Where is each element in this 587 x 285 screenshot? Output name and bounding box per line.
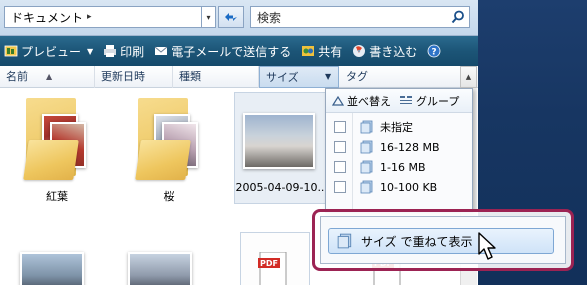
breadcrumb[interactable]: ドキュメント xyxy=(11,9,83,26)
menu-header: 並べ替え グループ xyxy=(326,89,472,113)
menu-item[interactable]: 10-100 KB xyxy=(326,177,472,197)
stack-icon xyxy=(360,120,373,134)
preview-icon xyxy=(4,45,18,57)
photo-thumbnail xyxy=(243,113,315,169)
column-tags-label: タグ xyxy=(346,70,368,83)
size-filter-dropdown-icon[interactable]: ▼ xyxy=(325,66,331,88)
photo-thumbnail[interactable] xyxy=(128,252,192,285)
checkbox[interactable] xyxy=(334,181,346,193)
stack-by-size-menu-item[interactable]: サイズ で重ねて表示 xyxy=(328,228,554,254)
menu-item[interactable]: 未指定 xyxy=(326,117,472,137)
column-header-name[interactable]: 名前 ▲ xyxy=(0,66,95,88)
column-header-modified[interactable]: 更新日時 xyxy=(95,66,173,88)
column-name-label: 名前 xyxy=(6,70,28,83)
search-placeholder: 検索 xyxy=(257,10,282,25)
help-icon: ? xyxy=(427,44,441,58)
stack-by-size-label: サイズ で重ねて表示 xyxy=(361,234,473,249)
breadcrumb-arrow-icon[interactable]: ▸ xyxy=(87,12,92,22)
svg-text:PDF: PDF xyxy=(260,259,278,268)
refresh-button[interactable] xyxy=(218,6,244,28)
stack-icon xyxy=(360,160,373,174)
mouse-cursor-icon xyxy=(478,232,496,260)
email-icon xyxy=(154,46,168,55)
file-label: 2005-04-09-10.. xyxy=(235,181,325,194)
email-button[interactable]: 電子メールで送信する xyxy=(154,43,291,60)
size-filter-menu: 並べ替え グループ 未指定 16-128 MB 1-16 MB 10-100 K… xyxy=(325,88,473,213)
menu-item-label: 10-100 KB xyxy=(380,180,438,194)
sort-label: 並べ替え xyxy=(347,94,391,108)
help-button[interactable]: ? xyxy=(427,44,444,58)
email-label: 電子メールで送信する xyxy=(171,44,292,59)
search-icon[interactable] xyxy=(451,10,465,24)
column-header-tags[interactable]: タグ xyxy=(340,66,460,88)
menu-item-label: 1-16 MB xyxy=(380,160,426,174)
photo-thumbnail[interactable] xyxy=(20,252,84,285)
folder-item[interactable]: 桜 xyxy=(130,92,208,203)
stack-icon xyxy=(337,233,352,249)
preview-button[interactable]: プレビュー ▼ xyxy=(4,43,93,60)
svg-text:?: ? xyxy=(432,48,437,58)
photo-item[interactable]: 2005-04-09-10.. xyxy=(234,92,326,204)
address-row: ドキュメント ▸ ▾ 検索 xyxy=(0,0,478,36)
address-bar[interactable]: ドキュメント ▸ xyxy=(4,6,202,28)
search-input[interactable]: 検索 xyxy=(250,6,470,28)
chevron-down-icon[interactable]: ▼ xyxy=(87,47,93,56)
burn-disc-icon xyxy=(353,45,366,57)
print-label: 印刷 xyxy=(120,44,145,59)
share-icon xyxy=(302,46,315,56)
preview-label: プレビュー xyxy=(21,44,82,59)
share-label: 共有 xyxy=(318,44,343,59)
sort-ascending-icon: ▲ xyxy=(46,72,53,81)
burn-button[interactable]: 書き込む xyxy=(352,43,417,60)
group-label: グループ xyxy=(416,94,460,108)
checkbox[interactable] xyxy=(334,121,346,133)
group-icon xyxy=(400,95,412,104)
checkbox[interactable] xyxy=(334,161,346,173)
folder-front xyxy=(135,140,191,180)
column-modified-label: 更新日時 xyxy=(101,70,145,83)
file-label: 桜 xyxy=(163,190,175,203)
stack-icon xyxy=(360,140,373,154)
print-button[interactable]: 印刷 xyxy=(103,43,144,60)
explorer-window: ドキュメント ▸ ▾ 検索 プレビュー ▼ 印刷 電子メールで送信する 共有 書… xyxy=(0,0,587,285)
group-button[interactable]: グループ xyxy=(399,93,459,109)
column-type-label: 種類 xyxy=(179,70,201,83)
address-dropdown-icon[interactable]: ▾ xyxy=(202,6,216,28)
printer-icon xyxy=(104,45,117,57)
checkbox[interactable] xyxy=(334,141,346,153)
pdf-file-icon[interactable]: PDF xyxy=(258,252,292,285)
menu-item-label: 未指定 xyxy=(380,121,413,134)
refresh-icon xyxy=(225,13,237,21)
folder-item[interactable]: 紅葉 xyxy=(18,92,96,203)
column-header-type[interactable]: 種類 xyxy=(173,66,259,88)
folder-front xyxy=(23,140,79,180)
menu-item-label: 16-128 MB xyxy=(380,140,440,154)
stack-icon xyxy=(360,180,373,194)
triangle-up-icon xyxy=(332,95,344,106)
column-headers: 名前 ▲ 更新日時 種類 サイズ ▼ タグ xyxy=(0,66,478,88)
command-toolbar: プレビュー ▼ 印刷 電子メールで送信する 共有 書き込む ? xyxy=(0,36,478,66)
scroll-up-button[interactable]: ▲ xyxy=(460,66,477,88)
share-button[interactable]: 共有 xyxy=(301,43,342,60)
sort-button[interactable]: 並べ替え xyxy=(332,93,391,109)
menu-item[interactable]: 16-128 MB xyxy=(326,137,472,157)
menu-item[interactable]: 1-16 MB xyxy=(326,157,472,177)
file-label: 紅葉 xyxy=(46,190,68,203)
column-size-label: サイズ xyxy=(266,71,299,84)
burn-label: 書き込む xyxy=(369,44,418,59)
